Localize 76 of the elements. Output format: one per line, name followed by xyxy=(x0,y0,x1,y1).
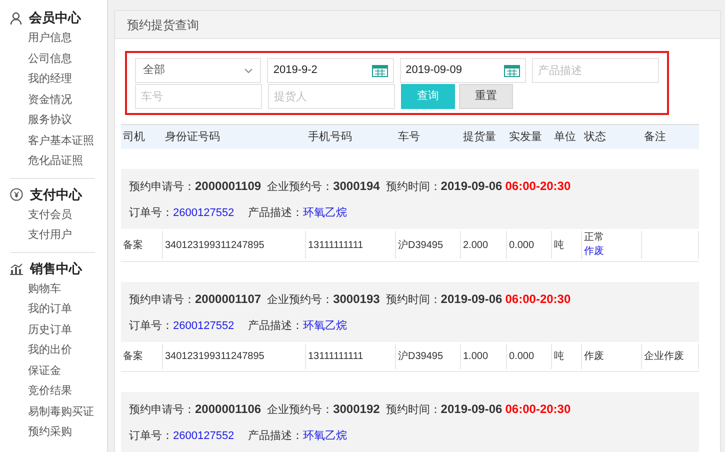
column-header: 单位 xyxy=(554,130,576,145)
sidebar-link[interactable]: 资金情况 xyxy=(28,92,72,108)
company-number: 企业预约号：3000193 xyxy=(267,290,380,308)
input-field[interactable]: 提货人 xyxy=(268,84,395,109)
column-header: 身份证号码 xyxy=(165,130,220,145)
table-cell: 1.000 xyxy=(461,344,507,369)
appointment-time: 预约时间：2019-09-06 06:00-20:30 xyxy=(386,400,571,418)
void-link[interactable]: 作废 xyxy=(584,245,639,259)
section-title: 销售中心 xyxy=(30,260,82,278)
sidebar-link[interactable]: 公司信息 xyxy=(28,50,72,67)
status-text: 正常 xyxy=(584,231,605,245)
table-cell: 0.000 xyxy=(507,344,552,369)
sidebar-link[interactable]: 我的订单 xyxy=(28,301,72,318)
order-number: 订单号：2600127552 xyxy=(129,319,234,334)
company-number: 企业预约号：3000194 xyxy=(267,178,380,194)
sidebar-link[interactable]: 预约采购 xyxy=(28,424,72,440)
sidebar-link[interactable]: 历史订单 xyxy=(28,322,72,338)
sidebar-link[interactable]: 用户信息 xyxy=(28,30,72,46)
table-cell: 沪D39495 xyxy=(396,344,461,369)
sidebar-link[interactable]: 支付会员 xyxy=(28,206,72,223)
sidebar-link[interactable]: 服务协议 xyxy=(28,112,72,128)
sidebar-link[interactable]: 危化品证照 xyxy=(28,153,83,170)
status-text: 作废 xyxy=(584,350,605,364)
sidebar-link[interactable]: 购物车 xyxy=(28,280,61,297)
table-cell: 吨 xyxy=(552,344,582,369)
column-header: 司机 xyxy=(123,130,145,145)
column-header: 手机号码 xyxy=(308,130,352,145)
table-cell: 340123199311247895 xyxy=(163,344,306,369)
chart-icon xyxy=(10,262,23,274)
column-header: 实发量 xyxy=(509,130,542,145)
product-description: 产品描述：环氧乙烷 xyxy=(248,428,348,444)
sidebar-link[interactable]: 保证金 xyxy=(28,362,61,379)
table-cell: 沪D39495 xyxy=(396,231,461,259)
order-number: 订单号：2600127552 xyxy=(129,429,234,444)
column-header: 备注 xyxy=(644,130,666,145)
column-header: 车号 xyxy=(398,130,420,145)
table-cell: 备案 xyxy=(121,231,163,259)
request-number: 预约申请号：2000001106 xyxy=(129,400,262,418)
reset-button[interactable]: 重置 xyxy=(459,84,513,109)
sidebar-link[interactable]: 客户基本证照 xyxy=(28,132,94,149)
product-description: 产品描述：环氧乙烷 xyxy=(248,318,348,334)
chevron-down-icon xyxy=(244,68,254,74)
table-cell: 13111111111 xyxy=(306,344,396,369)
user-icon xyxy=(10,12,22,24)
section-title: 支付中心 xyxy=(30,186,82,204)
table-cell: 2.000 xyxy=(461,231,507,259)
table-cell: 备案 xyxy=(121,344,163,369)
sidebar-link[interactable]: 我的出价 xyxy=(28,342,72,358)
table-cell: 0.000 xyxy=(507,231,552,259)
column-header: 状态 xyxy=(584,130,606,145)
input-field[interactable]: 车号 xyxy=(135,84,262,109)
table-cell: 340123199311247895 xyxy=(163,231,306,259)
page-title: 预约提货查询 xyxy=(127,16,199,34)
order-number: 订单号：2600127552 xyxy=(129,206,234,221)
sidebar-link[interactable]: 我的经理 xyxy=(28,71,72,88)
appointment-time: 预约时间：2019-09-06 06:00-20:30 xyxy=(386,178,571,194)
table-cell: 吨 xyxy=(552,231,582,259)
date-field[interactable]: 2019-09-09 xyxy=(400,58,526,83)
company-number: 企业预约号：3000192 xyxy=(267,400,380,418)
date-field[interactable]: 2019-9-2 xyxy=(267,58,394,83)
category-select[interactable]: 全部 xyxy=(135,58,262,83)
sidebar-link[interactable]: 易制毒购买证 xyxy=(28,404,94,420)
appointment-time: 预约时间：2019-09-06 06:00-20:30 xyxy=(386,290,571,308)
request-number: 预约申请号：2000001109 xyxy=(129,178,262,194)
yen-icon xyxy=(10,188,23,201)
input-field[interactable]: 产品描述 xyxy=(532,58,659,83)
column-header: 提货量 xyxy=(463,130,496,145)
request-number: 预约申请号：2000001107 xyxy=(129,290,262,308)
table-cell: 企业作废 xyxy=(642,344,699,369)
sidebar-link[interactable]: 支付用户 xyxy=(28,227,72,244)
section-title: 会员中心 xyxy=(29,9,81,28)
table-cell: 13111111111 xyxy=(306,231,396,259)
calendar-icon[interactable] xyxy=(504,64,520,76)
sidebar-link[interactable]: 竞价结果 xyxy=(28,383,72,400)
product-description: 产品描述：环氧乙烷 xyxy=(248,206,348,221)
calendar-icon[interactable] xyxy=(372,64,388,76)
